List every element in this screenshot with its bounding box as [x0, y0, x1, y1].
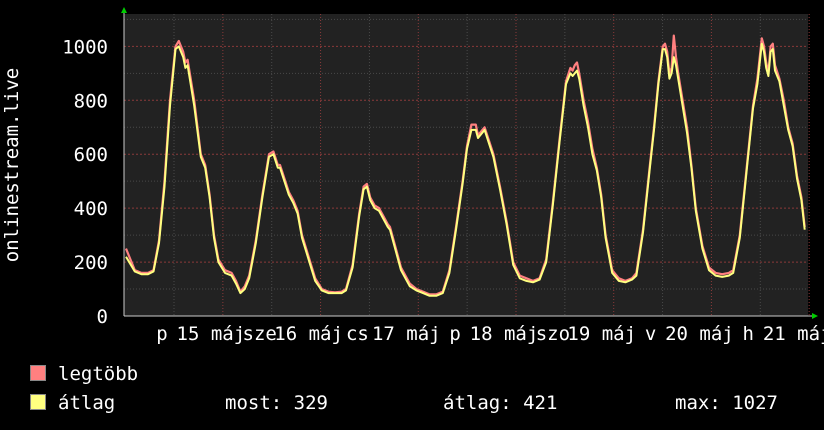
stat-now-label: most: — [225, 392, 283, 414]
stat-avg-value: 421 — [523, 392, 558, 414]
x-tick-label: 20 máj — [665, 323, 734, 345]
legend-swatch-avg — [30, 394, 46, 410]
stat-now-value: 329 — [293, 392, 328, 414]
x-tick-label: 16 máj — [274, 323, 343, 345]
x-axis-arrow — [812, 313, 818, 319]
stat-max-value: 1027 — [732, 392, 778, 414]
x-tick-label: p — [156, 323, 167, 345]
legend-item-max: legtöbb — [30, 362, 138, 386]
legend-label-avg: átlag — [58, 392, 116, 414]
y-tick-label: 600 — [74, 144, 108, 166]
x-tick-label: 19 máj — [567, 323, 636, 345]
x-tick-label: sze — [243, 323, 277, 345]
x-tick-label: 17 máj — [372, 323, 441, 345]
y-axis-label: onlinestream.live — [1, 68, 23, 262]
x-tick-label: p — [449, 323, 460, 345]
stat-max-label: max: — [675, 392, 721, 414]
x-tick-label: 15 máj — [177, 323, 246, 345]
x-tick-label: 18 máj — [470, 323, 539, 345]
legend-label-max: legtöbb — [58, 363, 139, 385]
y-tick-label: 0 — [97, 306, 108, 328]
stat-avg-label: átlag: — [443, 392, 512, 414]
y-tick-label: 800 — [74, 90, 108, 112]
x-tick-label: v — [645, 323, 656, 345]
x-tick-label: h — [743, 323, 754, 345]
y-tick-label: 1000 — [62, 36, 108, 58]
legend-swatch-max — [30, 365, 46, 381]
y-tick-label: 200 — [74, 252, 108, 274]
x-tick-label: cs — [346, 323, 369, 345]
x-tick-label: 21 máj — [763, 323, 824, 345]
y-tick-label: 400 — [74, 198, 108, 220]
stat-now: most: 329 — [225, 391, 328, 415]
x-tick-label: szo — [536, 323, 570, 345]
legend-item-avg: átlag — [30, 391, 115, 415]
stat-max: max: 1027 — [675, 391, 778, 415]
stat-avg: átlag: 421 — [443, 391, 557, 415]
y-axis-arrow — [121, 7, 127, 13]
